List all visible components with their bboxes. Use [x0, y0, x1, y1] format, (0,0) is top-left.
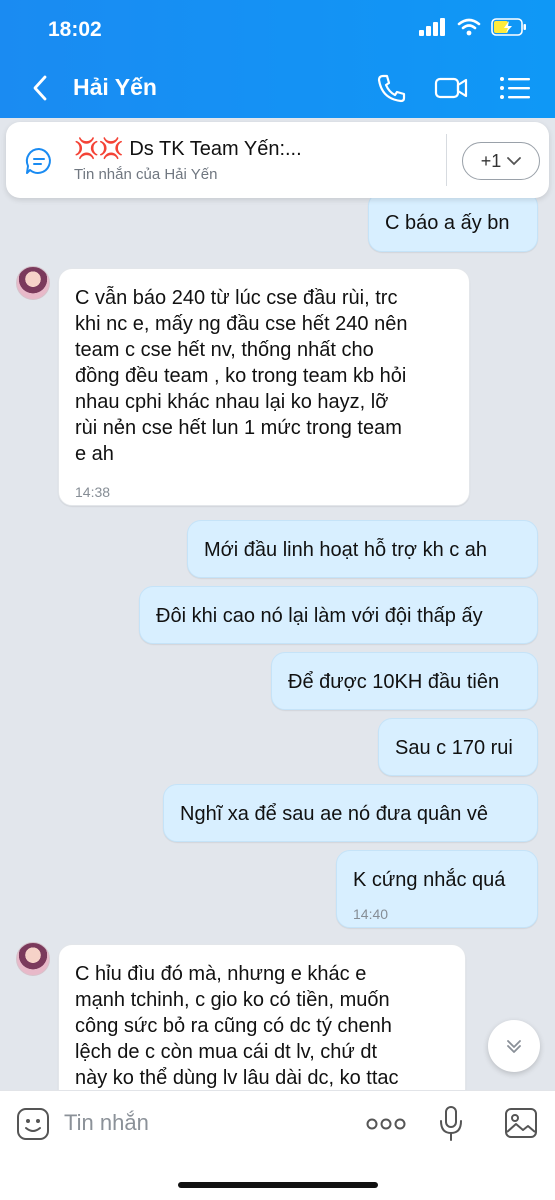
scroll-to-bottom-button[interactable]	[488, 1020, 540, 1072]
message-bubble[interactable]: Để được 10KH đầu tiên	[271, 652, 538, 710]
message-bubble[interactable]: C báo a ấy bn	[368, 192, 538, 252]
message-text: Sau c 170 rui	[395, 737, 513, 759]
video-icon[interactable]	[434, 72, 468, 104]
message-text: K cứng nhắc quá	[353, 869, 506, 891]
message-text: Mới đầu linh hoạt hỗ trợ kh c ah	[204, 539, 488, 561]
message-text: Nghĩ xa để sau ae nó đưa quân vê	[180, 803, 489, 825]
message-time: 14:38	[75, 484, 111, 500]
message-text: C báo a ấy bn	[385, 212, 510, 234]
message-text: C hỉu đìu đó mà, nhưng e khác e mạnh tch…	[75, 963, 399, 1089]
message-text: Để được 10KH đầu tiên	[288, 671, 500, 693]
pinned-message[interactable]: 💢💢 Ds TK Team Yến:... Tin nhắn của Hải Y…	[6, 122, 549, 198]
more-icon[interactable]	[366, 1117, 406, 1131]
status-icons	[419, 18, 527, 36]
avatar[interactable]	[16, 266, 50, 300]
message-bubble[interactable]: Mới đầu linh hoạt hỗ trợ kh c ah	[187, 520, 538, 578]
message-bubble[interactable]: C vẫn báo 240 từ lúc cse đầu rùi, trc kh…	[58, 268, 470, 506]
message-bubble[interactable]: Sau c 170 rui	[378, 718, 538, 776]
chevron-down-icon	[507, 1040, 521, 1053]
microphone-icon[interactable]	[438, 1105, 464, 1143]
message-text: Đôi khi cao nó lại làm với đội thấp ấy	[156, 605, 483, 627]
message-bubble[interactable]: Đôi khi cao nó lại làm với đội thấp ấy	[139, 586, 538, 644]
message-time: 14:40	[353, 906, 389, 922]
sticker-icon[interactable]	[16, 1107, 50, 1141]
chat-header: 18:02 Hải Yến	[0, 0, 555, 118]
home-indicator	[178, 1182, 378, 1188]
message-bubble[interactable]: Nghĩ xa để sau ae nó đưa quân vê	[163, 784, 538, 842]
pinned-subtitle: Tin nhắn của Hải Yến	[74, 166, 218, 183]
avatar[interactable]	[16, 942, 50, 976]
message-text: C vẫn báo 240 từ lúc cse đầu rùi, trc kh…	[75, 287, 408, 465]
chevron-down-icon	[507, 157, 522, 166]
message-bubble[interactable]: K cứng nhắc quá 14:40	[336, 850, 538, 928]
wifi-icon	[457, 18, 481, 36]
signal-icon	[419, 18, 445, 36]
battery-icon	[491, 18, 526, 36]
divider	[446, 134, 447, 186]
title-row: Hải Yến	[0, 66, 555, 112]
menu-icon[interactable]	[498, 72, 532, 104]
status-time: 18:02	[48, 18, 102, 41]
phone-icon[interactable]	[374, 72, 408, 104]
chat-icon	[25, 147, 51, 174]
contact-name[interactable]: Hải Yến	[73, 74, 157, 101]
message-input[interactable]: Tin nhắn	[64, 1110, 149, 1136]
image-icon[interactable]	[504, 1107, 538, 1139]
pinned-more-label: +1	[480, 150, 502, 171]
pinned-more-button[interactable]: +1	[462, 142, 540, 180]
back-icon[interactable]	[28, 74, 52, 102]
pinned-title: 💢💢 Ds TK Team Yến:...	[74, 138, 302, 160]
